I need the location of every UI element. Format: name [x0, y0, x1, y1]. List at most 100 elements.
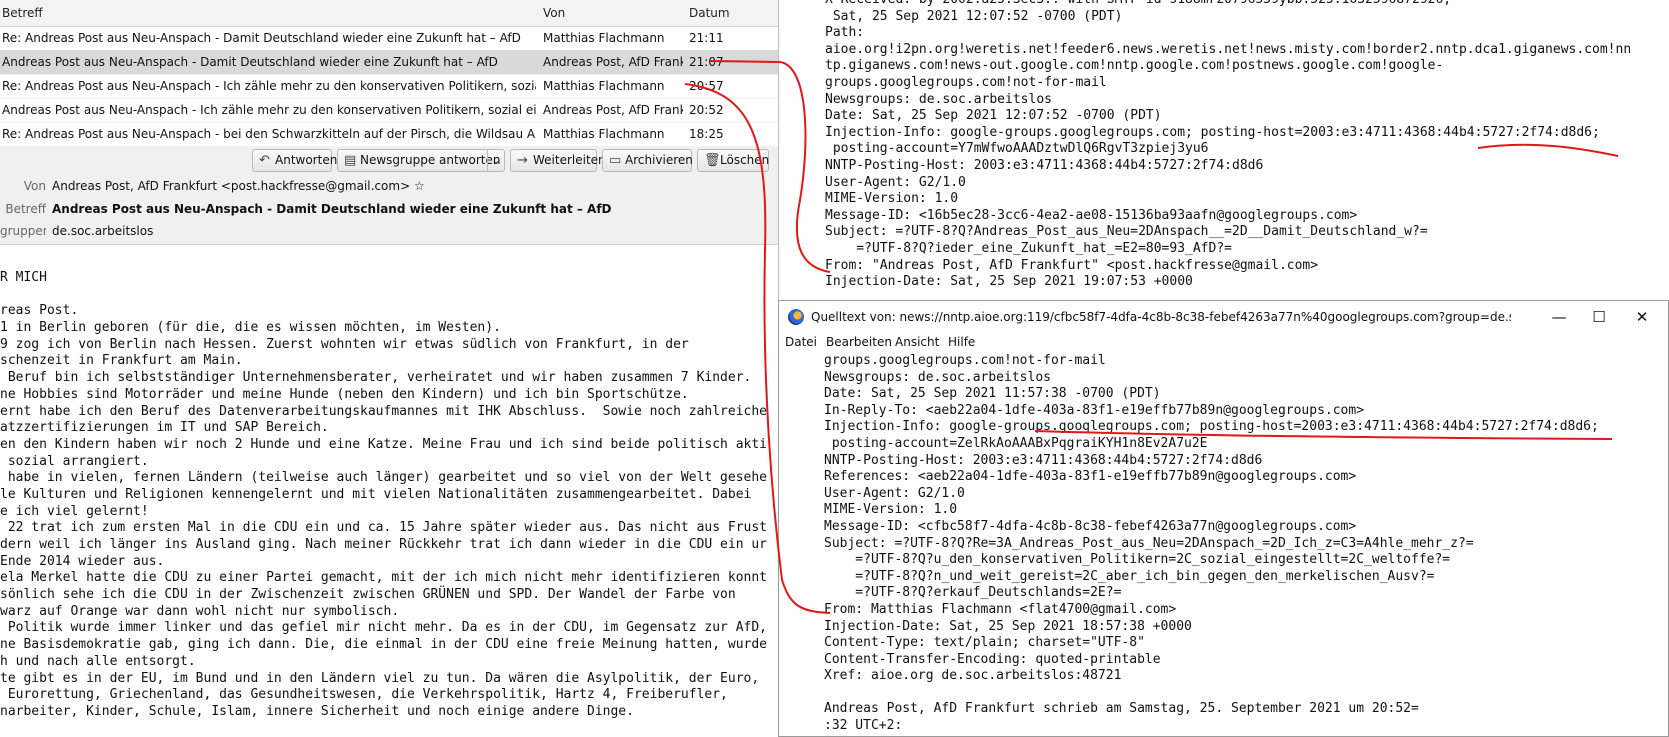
- source-text-bottom: groups.googlegroups.com!not-for-mail News…: [824, 353, 1599, 735]
- message-headers: Von Andreas Post, AfD Frankfurt <post.ha…: [0, 176, 780, 245]
- text-line: posting-account=Y7mWfwoAAADztwDlQ6RgvT3z…: [825, 141, 1209, 157]
- reply-button[interactable]: ↶ Antworten: [252, 149, 337, 172]
- text-line: [0, 287, 780, 304]
- thread-row[interactable]: Re: Andreas Post aus Neu-Anspach - Ich z…: [0, 74, 780, 99]
- text-line: le Kulturen und Religionen kennengelernt…: [0, 486, 752, 502]
- mail-client: Betreff Von Datum Re: Andreas Post aus N…: [0, 0, 780, 737]
- forward-button[interactable]: → Weiterleiten: [510, 149, 606, 172]
- thread-date: 20:52: [689, 103, 724, 117]
- thread-date: 18:25: [689, 127, 724, 141]
- thread-date: 20:57: [689, 79, 724, 93]
- menu-view[interactable]: Ansicht: [895, 335, 939, 349]
- text-line: Subject: =?UTF-8?Q?Andreas_Post_aus_Neu=…: [825, 224, 1428, 240]
- menu-edit[interactable]: Bearbeiten: [826, 335, 892, 349]
- text-line: sozial arrangiert.: [0, 453, 149, 469]
- text-line: warz auf Orange war dann wohl nicht nur …: [0, 603, 400, 619]
- message-toolbar: ↶ Antworten ▤ Newsgruppe antworten ⌄ → Weit…: [0, 146, 780, 176]
- from-label: Von: [23, 179, 46, 193]
- text-line: Injection-Date: Sat, 25 Sep 2021 18:57:3…: [824, 618, 1192, 634]
- text-line: ne Basisdemokratie gab, ging ich dann. D…: [0, 637, 768, 653]
- window-titlebar: Quelltext von: news://nntp.aioe.org:119/…: [779, 301, 1668, 333]
- text-line: NNTP-Posting-Host: 2003:e3:4711:4368:44b…: [824, 452, 1263, 468]
- thread-subject: Andreas Post aus Neu-Anspach - Ich zähle…: [2, 103, 536, 117]
- text-line: Injection-Info: google-groups.googlegrou…: [824, 419, 1599, 435]
- text-line: Message-ID: <16b5ec28-3cc6-4ea2-ae08-151…: [825, 207, 1358, 223]
- source-pane-top: X-Received: by 2002:a25:3ec3:: with SMTP…: [778, 0, 1669, 300]
- text-line: groups.googlegroups.com!not-for-mail: [825, 74, 1107, 90]
- text-line: Subject: =?UTF-8?Q?Re=3A_Andreas_Post_au…: [824, 535, 1474, 551]
- text-line: te gibt es in der EU, im Bund und in den…: [0, 670, 760, 686]
- text-line: User-Agent: G2/1.0: [825, 174, 966, 190]
- text-line: NNTP-Posting-Host: 2003:e3:4711:4368:44b…: [825, 157, 1264, 173]
- text-line: 9 zog ich von Berlin nach Hessen. Zuerst…: [0, 336, 689, 352]
- thread-from: Matthias Flachmann: [543, 79, 665, 93]
- text-line: Newsgroups: de.soc.arbeitslos: [824, 369, 1051, 385]
- column-from[interactable]: Von: [543, 6, 565, 20]
- text-line: In-Reply-To: <aeb22a04-1dfe-403a-83f1-e1…: [824, 402, 1365, 418]
- archive-icon: ▭: [609, 153, 622, 168]
- text-line: habe in vielen, fernen Ländern (teilweis…: [0, 470, 768, 486]
- reply-newsgroup-button[interactable]: ▤ Newsgruppe antworten ⌄: [337, 149, 505, 172]
- text-line: Newsgroups: de.soc.arbeitslos: [825, 91, 1052, 107]
- text-line: atzzertifizierungen im IT und SAP Bereic…: [0, 420, 329, 436]
- text-line: groups.googlegroups.com!not-for-mail: [824, 353, 1106, 368]
- thread-date: 21:11: [689, 31, 724, 45]
- archive-button[interactable]: ▭ Archivieren: [602, 149, 693, 172]
- text-line: Politik wurde immer linker und das gefie…: [0, 620, 768, 636]
- source-text-top: X-Received: by 2002:a25:3ec3:: with SMTP…: [825, 0, 1631, 291]
- thread-row[interactable]: Re: Andreas Post aus Neu-Anspach - bei d…: [0, 122, 780, 147]
- text-line: From: Matthias Flachmann <flat4700@gmail…: [824, 601, 1177, 617]
- text-line: Date: Sat, 25 Sep 2021 11:57:38 -0700 (P…: [824, 386, 1161, 402]
- text-line: Xref: aioe.org de.soc.arbeitslos:48721: [824, 668, 1122, 684]
- column-date[interactable]: Datum: [689, 6, 730, 20]
- text-line: narbeiter, Kinder, Schule, Islam, innere…: [0, 703, 634, 719]
- maximize-icon[interactable]: ☐: [1579, 305, 1619, 329]
- text-line: e ich viel gelernt!: [0, 503, 149, 519]
- text-line: ne Hobbies sind Motorräder und meine Hun…: [0, 386, 689, 402]
- text-line: ernt habe ich den Beruf des Datenverarbe…: [0, 403, 768, 419]
- text-line: X-Received: by 2002:a25:3ec3:: with SMTP…: [825, 0, 1631, 9]
- thread-row-selected[interactable]: Andreas Post aus Neu-Anspach - Damit Deu…: [0, 50, 780, 75]
- thread-row[interactable]: Re: Andreas Post aus Neu-Anspach - Damit…: [0, 26, 780, 51]
- text-line: Date: Sat, 25 Sep 2021 12:07:52 -0700 (P…: [825, 108, 1162, 124]
- menu-file[interactable]: Datei: [785, 335, 817, 349]
- column-subject[interactable]: Betreff: [2, 6, 43, 20]
- star-icon[interactable]: ☆: [414, 179, 425, 193]
- text-line: Ende 2014 wieder aus.: [0, 553, 165, 569]
- reply-icon: ↶: [259, 153, 270, 168]
- chevron-down-icon[interactable]: ⌄: [486, 150, 501, 171]
- subject-value: Andreas Post aus Neu-Anspach - Damit Deu…: [52, 202, 612, 216]
- text-line: Message-ID: <cfbc58f7-4dfa-4c8b-8c38-feb…: [824, 518, 1357, 534]
- text-line: MIME-Version: 1.0: [824, 502, 958, 518]
- thread-subject: Re: Andreas Post aus Neu-Anspach - bei d…: [2, 127, 536, 141]
- text-line: =?UTF-8?Q?ieder_eine_Zukunft_hat_=E2=80=…: [825, 240, 1232, 256]
- thread-from: Matthias Flachmann: [543, 31, 665, 45]
- thread-date: 21:07: [689, 55, 724, 69]
- text-line: From: "Andreas Post, AfD Frankfurt" <pos…: [825, 257, 1319, 273]
- thread-list-header: Betreff Von Datum: [0, 0, 780, 27]
- from-address[interactable]: Andreas Post, AfD Frankfurt <post.hackfr…: [52, 179, 410, 193]
- text-line: Path:: [825, 25, 865, 41]
- text-line: References: <aeb22a04-1dfe-403a-83f1-e19…: [824, 469, 1357, 485]
- text-line: =?UTF-8?Q?erkauf_Deutschlands=2E?=: [824, 585, 1122, 601]
- text-line: 22 trat ich zum ersten Mal in die CDU ei…: [0, 520, 768, 536]
- text-line: Sat, 25 Sep 2021 12:07:52 -0700 (PDT): [825, 8, 1123, 24]
- firefox-icon: [788, 309, 804, 325]
- close-icon[interactable]: ✕: [1622, 305, 1662, 329]
- text-line: sönlich sehe ich die CDU in der Zwischen…: [0, 587, 736, 603]
- thread-row[interactable]: Andreas Post aus Neu-Anspach - Ich zähle…: [0, 98, 780, 123]
- text-line: :32 UTC+2:: [824, 718, 903, 734]
- trash-icon: 🗑: [704, 153, 721, 168]
- minimize-icon[interactable]: —: [1539, 305, 1579, 329]
- subject-label: Betreff: [5, 202, 46, 216]
- menu-bar: Datei Bearbeiten Ansicht Hilfe: [779, 333, 1668, 353]
- text-line: tp.giganews.com!news-out.google.com!nntp…: [825, 58, 1444, 74]
- text-line: reas Post.: [0, 303, 79, 319]
- text-line: Content-Type: text/plain; charset="UTF-8…: [824, 635, 1145, 651]
- delete-button[interactable]: 🗑Löschen: [697, 149, 769, 172]
- menu-help[interactable]: Hilfe: [948, 335, 975, 349]
- groups-value[interactable]: de.soc.arbeitslos: [52, 224, 153, 238]
- text-line: Injection-Date: Sat, 25 Sep 2021 19:07:5…: [825, 274, 1193, 290]
- thread-from: Matthias Flachmann: [543, 127, 665, 141]
- text-line: Injection-Info: google-groups.googlegrou…: [825, 124, 1600, 140]
